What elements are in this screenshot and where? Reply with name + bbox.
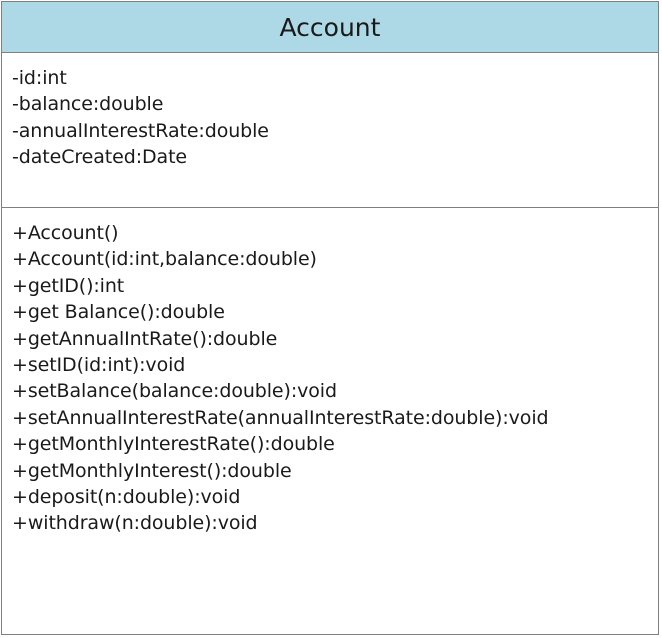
method-item: +withdraw(n:double):void (12, 512, 258, 535)
method-item: +Account(id:int,balance:double) (12, 248, 317, 271)
uml-class-box: Account -id:int -balance:double -annualI… (1, 1, 659, 635)
attribute-item: -dateCreated:Date (12, 146, 188, 169)
method-item: +setAnnualInterestRate(annualInterestRat… (12, 406, 549, 429)
attributes-compartment: -id:int -balance:double -annualInterestR… (2, 53, 658, 208)
method-item: +deposit(n:double):void (12, 486, 241, 509)
class-header: Account (2, 2, 658, 53)
method-item: +get Balance():double (12, 301, 225, 324)
method-item: +setID(id:int):void (12, 354, 186, 377)
methods-compartment: +Account() +Account(id:int,balance:doubl… (2, 208, 658, 537)
attribute-item: -annualInterestRate:double (12, 119, 269, 142)
method-item: +getMonthlyInterestRate():double (12, 433, 335, 456)
method-item: +getAnnualIntRate():double (12, 327, 278, 350)
method-item: +getMonthlyInterest():double (12, 459, 292, 482)
attribute-item: -balance:double (12, 93, 164, 116)
method-item: +getID():int (12, 274, 125, 297)
method-item: +setBalance(balance:double):void (12, 380, 337, 403)
method-item: +Account() (12, 222, 119, 244)
attribute-item: -id:int (12, 67, 67, 89)
class-name: Account (279, 12, 381, 42)
